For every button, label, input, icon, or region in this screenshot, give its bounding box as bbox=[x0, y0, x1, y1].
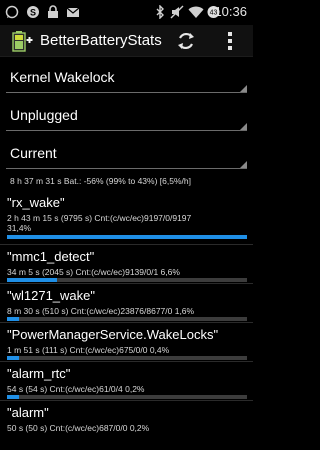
wakelock-name: "PowerManagerService.WakeLocks" bbox=[7, 327, 219, 342]
spinner-reference-to[interactable]: Current bbox=[0, 134, 253, 172]
mute-icon bbox=[170, 5, 184, 19]
whatsapp-icon bbox=[5, 5, 19, 19]
wakelock-name: "alarm" bbox=[7, 405, 49, 420]
app-title: BetterBatteryStats bbox=[40, 32, 162, 49]
spinner-reference-from-value: Unplugged bbox=[10, 107, 78, 123]
dropdown-arrow-icon bbox=[240, 161, 247, 168]
list-item[interactable]: "PowerManagerService.WakeLocks" 1 m 51 s… bbox=[0, 323, 253, 362]
usage-bar bbox=[7, 395, 247, 399]
wakelock-detail: 50 s (50 s) Cnt:(c/wc/ec)687/0/0 0,2% bbox=[7, 423, 150, 433]
spinner-underline bbox=[6, 130, 247, 131]
list-item[interactable]: "rx_wake" 2 h 43 m 15 s (9795 s) Cnt:(c/… bbox=[0, 191, 253, 245]
spinner-underline bbox=[6, 168, 247, 169]
usage-bar bbox=[7, 235, 247, 239]
wakelock-detail: 8 m 30 s (510 s) Cnt:(c/wc/ec)23876/8677… bbox=[7, 306, 195, 316]
wakelock-percent: 31,4% bbox=[7, 223, 32, 233]
usage-bar-fill bbox=[7, 317, 20, 321]
wakelock-name: "alarm_rtc" bbox=[7, 366, 71, 381]
dropdown-arrow-icon bbox=[240, 123, 247, 130]
list-item[interactable]: "wl1271_wake" 8 m 30 s (510 s) Cnt:(c/wc… bbox=[0, 284, 253, 323]
wakelock-detail: 1 m 51 s (111 s) Cnt:(c/wc/ec)675/0/0 0,… bbox=[7, 345, 170, 355]
usage-bar bbox=[7, 317, 247, 321]
list-item[interactable]: "mmc1_detect" 34 m 5 s (2045 s) Cnt:(c/w… bbox=[0, 245, 253, 284]
usage-bar-fill bbox=[7, 235, 247, 239]
mail-icon bbox=[66, 7, 80, 17]
overflow-menu-icon[interactable] bbox=[226, 31, 234, 51]
clock: 10:36 bbox=[214, 4, 247, 19]
wakelock-name: "rx_wake" bbox=[7, 195, 65, 210]
skype-icon: S bbox=[27, 6, 39, 18]
spinner-underline bbox=[6, 92, 247, 93]
wakelock-name: "wl1271_wake" bbox=[7, 288, 96, 303]
list-item[interactable]: "alarm" 50 s (50 s) Cnt:(c/wc/ec)687/0/0… bbox=[0, 401, 253, 450]
wakelock-detail: 2 h 43 m 15 s (9795 s) Cnt:(c/wc/ec)9197… bbox=[7, 213, 192, 223]
refresh-icon[interactable] bbox=[175, 30, 197, 52]
usage-bar-fill bbox=[7, 395, 19, 399]
usage-bar bbox=[7, 278, 247, 282]
wifi-icon bbox=[188, 6, 204, 18]
usage-bar-fill bbox=[7, 356, 19, 360]
usage-bar-fill bbox=[7, 278, 58, 282]
spinner-stat-type[interactable]: Kernel Wakelock bbox=[0, 58, 253, 96]
svg-text:S: S bbox=[30, 8, 36, 18]
bluetooth-icon bbox=[156, 5, 164, 19]
usage-bar bbox=[7, 356, 247, 360]
app-battery-icon[interactable] bbox=[10, 29, 34, 53]
battery-summary: 8 h 37 m 31 s Bat.: -56% (99% to 43%) [6… bbox=[10, 176, 191, 186]
list-item[interactable]: "alarm_rtc" 54 s (54 s) Cnt:(c/wc/ec)61/… bbox=[0, 362, 253, 401]
wakelock-detail: 54 s (54 s) Cnt:(c/wc/ec)61/0/4 0,2% bbox=[7, 384, 145, 394]
spinner-reference-from[interactable]: Unplugged bbox=[0, 96, 253, 134]
spinner-stat-type-value: Kernel Wakelock bbox=[10, 69, 115, 85]
wakelock-name: "mmc1_detect" bbox=[7, 249, 95, 264]
spinner-reference-to-value: Current bbox=[10, 145, 57, 161]
status-bar: S 43 10:36 bbox=[0, 0, 253, 25]
wakelock-detail: 34 m 5 s (2045 s) Cnt:(c/wc/ec)9139/0/1 … bbox=[7, 267, 180, 277]
action-bar: BetterBatteryStats bbox=[0, 25, 253, 57]
lock-icon bbox=[48, 5, 58, 18]
dropdown-arrow-icon bbox=[240, 85, 247, 92]
